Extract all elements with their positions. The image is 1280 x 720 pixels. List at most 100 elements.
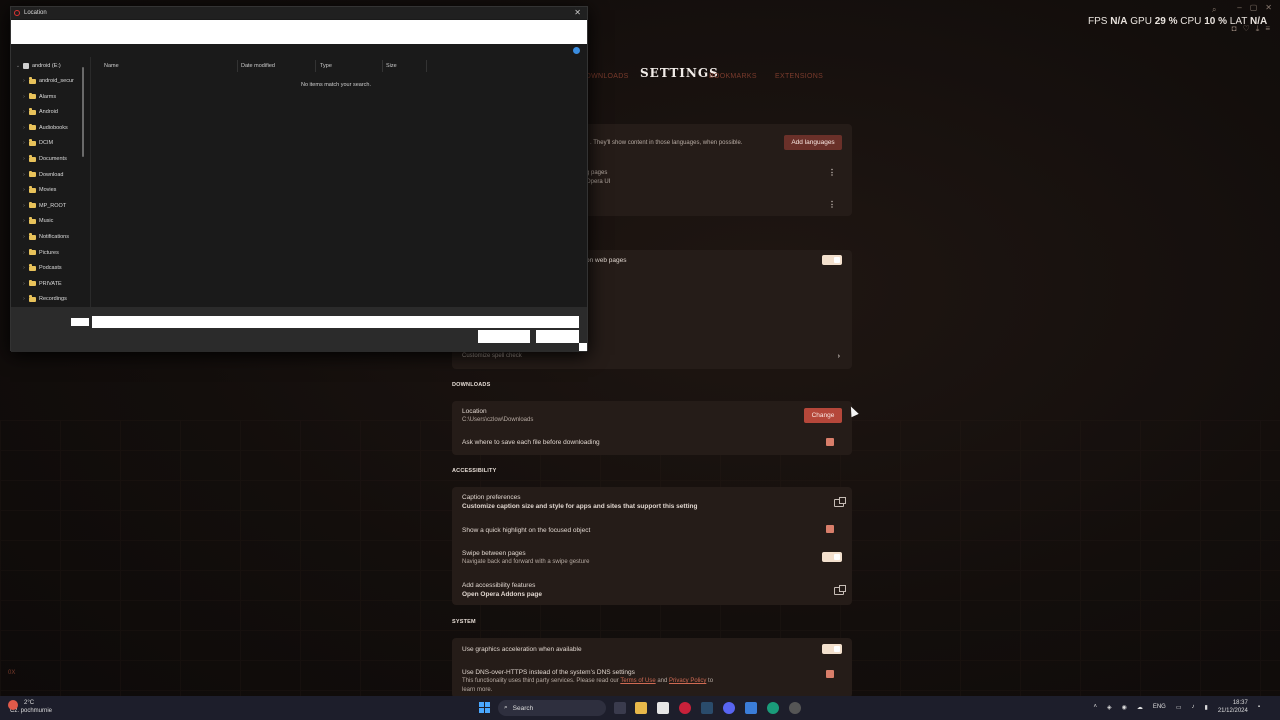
chevron-right-icon[interactable]: › — [838, 353, 840, 360]
search-icon[interactable]: ⌕ — [1212, 5, 1216, 15]
tree-folder[interactable]: › Download — [11, 169, 89, 181]
external-link-icon[interactable] — [834, 585, 846, 595]
cloud-icon[interactable]: ☁ — [1137, 704, 1143, 711]
chevron-right-icon[interactable]: › — [19, 296, 29, 302]
battery-icon[interactable]: ▮ — [1205, 704, 1208, 711]
chevron-right-icon[interactable]: › — [19, 109, 29, 115]
tree-folder[interactable]: › Alarms — [11, 91, 89, 103]
monitor-icon[interactable]: ▭ — [1176, 704, 1182, 711]
privacy-link[interactable]: Privacy Policy — [669, 678, 706, 684]
tree-folder[interactable]: › Podcasts — [11, 262, 89, 274]
filename-input[interactable] — [92, 316, 579, 328]
chevron-right-icon[interactable]: › — [19, 125, 29, 131]
app-icon[interactable] — [745, 702, 757, 714]
more-options-icon[interactable]: ⋮ — [828, 200, 836, 209]
tree-scrollbar[interactable] — [82, 67, 84, 157]
terms-link[interactable]: Terms of Use — [620, 678, 655, 684]
column-headers: Name Date modified Type Size — [99, 60, 569, 72]
network-icon[interactable]: ◈ — [1107, 704, 1112, 711]
more-options-icon[interactable]: ⋮ — [828, 168, 836, 177]
chevron-right-icon[interactable]: › — [19, 218, 29, 224]
opera-gx-icon[interactable] — [679, 702, 691, 714]
chevron-right-icon[interactable]: › — [19, 203, 29, 209]
tree-folder[interactable]: › Music — [11, 215, 89, 227]
spellcheck-toggle[interactable] — [822, 255, 842, 265]
resize-grip[interactable] — [579, 343, 587, 351]
tree-folder[interactable]: › Recordings — [11, 293, 89, 305]
language-indicator[interactable]: ENG — [1153, 704, 1166, 710]
opera-icon — [14, 10, 20, 16]
folder-icon — [29, 264, 36, 271]
tree-folder[interactable]: › Notifications — [11, 231, 89, 243]
highlight-checkbox[interactable] — [826, 525, 834, 533]
dns-checkbox[interactable] — [826, 670, 834, 678]
discord-icon[interactable] — [723, 702, 735, 714]
tree-folder[interactable]: › Android — [11, 106, 89, 118]
tab-extensions[interactable]: EXTENSIONS — [775, 73, 823, 80]
tree-drive[interactable]: ⌄ android (E:) — [11, 60, 89, 72]
help-icon[interactable] — [573, 47, 580, 54]
tab-bookmarks[interactable]: BOOKMARKS — [709, 73, 757, 80]
tree-folder[interactable]: › MP_ROOT — [11, 200, 89, 212]
external-link-icon[interactable] — [834, 497, 846, 507]
chevron-right-icon[interactable]: › — [19, 265, 29, 271]
tree-folder[interactable]: › Audiobooks — [11, 122, 89, 134]
tree-folder[interactable]: › DCIM — [11, 137, 89, 149]
column-header[interactable]: Size — [386, 63, 397, 69]
store-icon[interactable] — [657, 702, 669, 714]
chevron-right-icon[interactable]: › — [19, 250, 29, 256]
clock[interactable]: 18:37 21/12/2024 — [1218, 699, 1248, 715]
folder-label: Alarms — [39, 93, 57, 100]
folder-icon — [29, 155, 36, 162]
swipe-toggle[interactable] — [822, 552, 842, 562]
maximize-icon[interactable]: ▢ — [1250, 3, 1258, 12]
heart-icon[interactable]: ♡ — [1243, 24, 1250, 34]
edge-icon[interactable] — [767, 702, 779, 714]
chevron-right-icon[interactable]: › — [19, 187, 29, 193]
notification-icon[interactable]: ▪ — [1258, 704, 1260, 710]
chevron-right-icon[interactable]: › — [19, 172, 29, 178]
file-explorer-icon[interactable] — [635, 702, 647, 714]
cancel-button[interactable] — [536, 330, 579, 343]
task-view-icon[interactable] — [614, 702, 626, 714]
camera-icon[interactable]: ◘ — [1232, 24, 1237, 34]
speaker-icon[interactable]: ♪ — [1192, 704, 1195, 710]
minimize-icon[interactable]: – — [1237, 3, 1241, 12]
steam-icon[interactable] — [701, 702, 713, 714]
chevron-up-icon[interactable]: ˄ — [1093, 704, 1097, 710]
column-header[interactable]: Type — [320, 63, 332, 69]
download-icon[interactable]: ⤓ — [1256, 24, 1260, 34]
ask-location-checkbox[interactable] — [826, 438, 834, 446]
taskbar-search[interactable]: ⌕ Search — [498, 700, 606, 716]
column-header[interactable]: Date modified — [241, 63, 275, 69]
column-header[interactable]: Name — [104, 63, 119, 69]
chevron-right-icon[interactable]: › — [19, 234, 29, 240]
add-languages-button[interactable]: Add languages — [784, 135, 842, 150]
select-folder-button[interactable] — [478, 330, 530, 343]
customize-spellcheck[interactable]: Customize spell check — [462, 353, 522, 359]
gpu-accel-toggle[interactable] — [822, 644, 842, 654]
address-bar[interactable] — [11, 20, 587, 44]
chevron-down-icon[interactable]: ⌄ — [13, 63, 23, 69]
tree-folder[interactable]: › Documents — [11, 153, 89, 165]
chevron-right-icon[interactable]: › — [19, 156, 29, 162]
tree-folder[interactable]: › Movies — [11, 184, 89, 196]
chrome-icon[interactable] — [789, 702, 801, 714]
chevron-right-icon[interactable]: › — [19, 140, 29, 146]
chevron-right-icon[interactable]: › — [19, 281, 29, 287]
microphone-icon[interactable]: ◉ — [1122, 704, 1127, 711]
change-button[interactable]: Change — [804, 408, 842, 423]
close-icon[interactable]: ✕ — [1265, 3, 1272, 12]
folder-label: MP_ROOT — [39, 202, 67, 209]
weather-widget[interactable]: 2°C Cz. pochmurnie — [8, 699, 52, 715]
tree-folder[interactable]: › Pictures — [11, 247, 89, 259]
downloads-card: Location C:\Users\czlow\Downloads Change… — [452, 401, 852, 455]
menu-icon[interactable]: ≡ — [1265, 24, 1270, 34]
close-icon[interactable]: ✕ — [574, 8, 581, 17]
tree-folder[interactable]: › PRIVATE — [11, 278, 89, 290]
chevron-right-icon[interactable]: › — [19, 78, 29, 84]
divider — [237, 60, 238, 72]
tree-folder[interactable]: › android_secur — [11, 75, 89, 87]
start-icon[interactable] — [479, 702, 490, 713]
chevron-right-icon[interactable]: › — [19, 94, 29, 100]
